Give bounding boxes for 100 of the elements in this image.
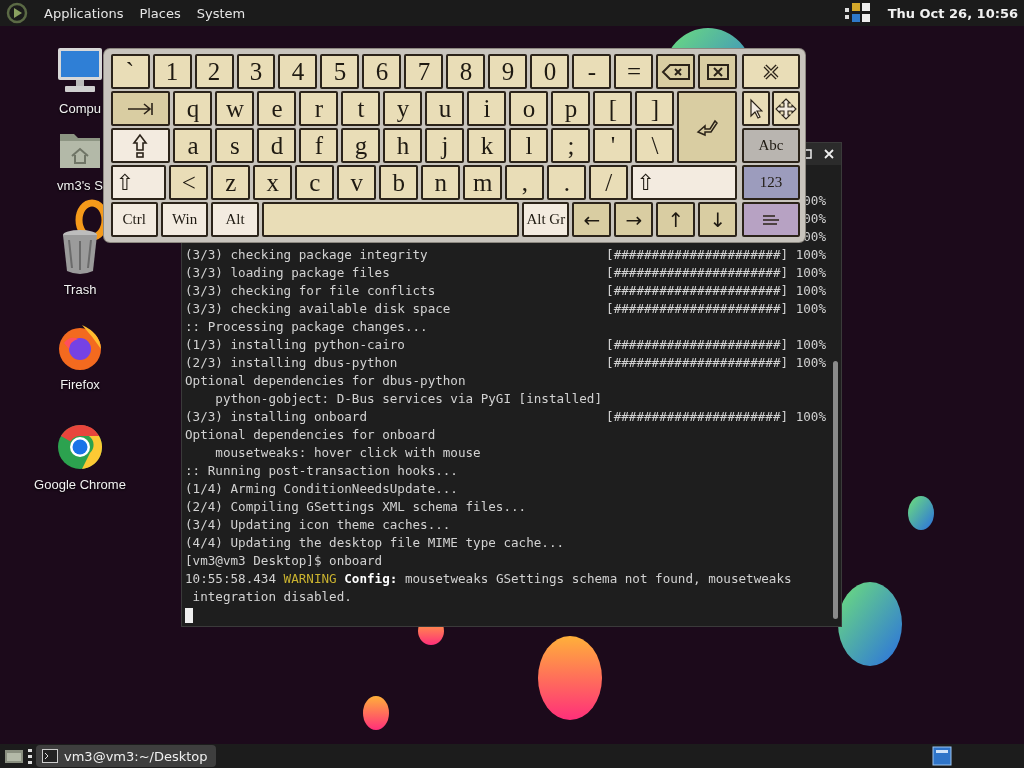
keyboard-key[interactable] bbox=[110, 91, 171, 126]
keyboard-key[interactable]: m bbox=[463, 165, 503, 200]
keyboard-key[interactable] bbox=[742, 91, 770, 126]
keyboard-key[interactable]: ⇧ bbox=[631, 165, 738, 200]
keyboard-key[interactable]: < bbox=[169, 165, 209, 200]
keyboard-key[interactable]: Alt bbox=[211, 202, 259, 237]
keyboard-key[interactable]: q bbox=[173, 91, 213, 126]
terminal-line: :: Running post-transaction hooks... bbox=[185, 462, 459, 480]
progress-bar-text: [######################] bbox=[606, 264, 789, 282]
keyboard-key[interactable]: 1 bbox=[152, 54, 192, 89]
terminal-line: (3/3) checking package integrity bbox=[185, 246, 429, 264]
keyboard-key[interactable]: c bbox=[295, 165, 335, 200]
keyboard-key[interactable]: 2 bbox=[194, 54, 234, 89]
keyboard-key[interactable]: a bbox=[173, 128, 213, 163]
keyboard-key[interactable]: ← bbox=[572, 202, 612, 237]
keyboard-key[interactable]: - bbox=[572, 54, 612, 89]
keyboard-key[interactable]: ` bbox=[110, 54, 150, 89]
keyboard-key[interactable]: → bbox=[614, 202, 654, 237]
keyboard-key[interactable]: b bbox=[379, 165, 419, 200]
terminal-line: (3/3) checking available disk space bbox=[185, 300, 452, 318]
desktop-icon-label[interactable]: Firefox bbox=[60, 377, 100, 392]
keyboard-key[interactable]: k bbox=[467, 128, 507, 163]
keyboard-key[interactable] bbox=[110, 128, 171, 163]
keyboard-key[interactable] bbox=[742, 54, 800, 89]
taskbar-button[interactable]: vm3@vm3:~/Desktop bbox=[36, 745, 216, 767]
keyboard-key[interactable]: s bbox=[215, 128, 255, 163]
percent-text: 100% bbox=[794, 246, 826, 264]
keyboard-key[interactable]: i bbox=[467, 91, 507, 126]
keyboard-key[interactable]: Ctrl bbox=[110, 202, 158, 237]
terminal-line: 10:55:58.434 WARNING Config: mousetweaks GSettings schema not found, mousetweaks bbox=[185, 570, 793, 588]
desktop-icon-label[interactable]: vm3's S bbox=[57, 178, 103, 193]
terminal-line: (3/3) checking for file conflicts bbox=[185, 282, 437, 300]
keyboard-key[interactable]: u bbox=[425, 91, 465, 126]
terminal-line: Optional dependencies for onboard bbox=[185, 426, 437, 444]
keyboard-key[interactable]: f bbox=[299, 128, 339, 163]
panel-menu[interactable]: Places bbox=[139, 3, 181, 23]
keyboard-key[interactable]: o bbox=[509, 91, 549, 126]
keyboard-key[interactable]: ; bbox=[551, 128, 591, 163]
desktop-icon-label[interactable]: Google Chrome bbox=[34, 477, 126, 492]
keyboard-key[interactable]: y bbox=[383, 91, 423, 126]
terminal-line: mousetweaks: hover click with mouse bbox=[214, 444, 482, 462]
keyboard-key[interactable] bbox=[742, 202, 800, 237]
keyboard-key[interactable]: , bbox=[505, 165, 545, 200]
keyboard-key[interactable]: 0 bbox=[530, 54, 570, 89]
trash-icon bbox=[60, 228, 100, 276]
keyboard-key[interactable] bbox=[677, 91, 738, 163]
keyboard-key[interactable]: ↓ bbox=[698, 202, 738, 237]
keyboard-key[interactable]: r bbox=[299, 91, 339, 126]
layer-key[interactable]: 123 bbox=[742, 165, 800, 200]
keyboard-key[interactable]: h bbox=[383, 128, 423, 163]
keyboard-key[interactable]: n bbox=[421, 165, 461, 200]
keyboard-key[interactable]: Alt Gr bbox=[522, 202, 570, 237]
keyboard-key[interactable]: d bbox=[257, 128, 297, 163]
show-desktop-icon[interactable] bbox=[4, 747, 24, 765]
keyboard-key[interactable] bbox=[772, 91, 800, 126]
keyboard-key[interactable]: / bbox=[589, 165, 629, 200]
keyboard-key[interactable]: 8 bbox=[446, 54, 486, 89]
keyboard-key[interactable]: 4 bbox=[278, 54, 318, 89]
keyboard-key[interactable]: 9 bbox=[488, 54, 528, 89]
keyboard-key[interactable]: [ bbox=[593, 91, 633, 126]
keyboard-key[interactable]: 7 bbox=[404, 54, 444, 89]
keyboard-key[interactable]: ↑ bbox=[656, 202, 696, 237]
keyboard-key[interactable]: Win bbox=[160, 202, 209, 237]
keyboard-key[interactable]: ⇧ bbox=[110, 165, 167, 200]
desktop-icon-label[interactable]: Trash bbox=[63, 282, 97, 297]
keyboard-key[interactable]: v bbox=[337, 165, 377, 200]
keyboard-key[interactable]: t bbox=[341, 91, 381, 126]
keyboard-key[interactable]: g bbox=[341, 128, 381, 163]
clock[interactable]: Thu Oct 26, 10:56 bbox=[887, 5, 1018, 21]
panel-menu[interactable]: System bbox=[196, 3, 246, 23]
keyboard-key[interactable]: 5 bbox=[320, 54, 360, 89]
keyboard-key[interactable] bbox=[261, 202, 520, 237]
percent-text: 100% bbox=[794, 300, 826, 318]
keyboard-key[interactable]: z bbox=[211, 165, 251, 200]
keyboard-key[interactable] bbox=[656, 54, 696, 89]
terminal-line: [vm3@vm3 Desktop]$ onboard bbox=[185, 552, 384, 570]
keyboard-key[interactable]: l bbox=[509, 128, 549, 163]
keyboard-key[interactable]: 6 bbox=[362, 54, 402, 89]
keyboard-key[interactable]: . bbox=[547, 165, 587, 200]
progress-bar-text: [######################] bbox=[606, 246, 789, 264]
logo-icon[interactable] bbox=[6, 2, 28, 24]
desktop-icon-label[interactable]: Compu bbox=[59, 101, 101, 116]
layer-key[interactable]: Abc bbox=[742, 128, 800, 163]
keyboard-key[interactable]: p bbox=[551, 91, 591, 126]
drag-handle-icon[interactable] bbox=[28, 747, 32, 765]
panel-menu[interactable]: Applications bbox=[44, 3, 124, 23]
scrollbar[interactable] bbox=[833, 361, 838, 619]
keyboard-key[interactable]: e bbox=[257, 91, 297, 126]
keyboard-key[interactable]: ' bbox=[593, 128, 633, 163]
keyboard-key[interactable]: 3 bbox=[236, 54, 276, 89]
terminal-line: (1/4) Arming ConditionNeedsUpdate... bbox=[185, 480, 459, 498]
keyboard-key[interactable] bbox=[698, 54, 738, 89]
workspace-icon[interactable] bbox=[932, 746, 952, 766]
terminal-line: (1/3) installing python-cairo bbox=[185, 336, 406, 354]
keyboard-key[interactable]: x bbox=[253, 165, 293, 200]
keyboard-key[interactable]: j bbox=[425, 128, 465, 163]
keyboard-key[interactable]: \ bbox=[635, 128, 675, 163]
keyboard-key[interactable]: w bbox=[215, 91, 255, 126]
keyboard-key[interactable]: = bbox=[614, 54, 654, 89]
keyboard-key[interactable]: ] bbox=[635, 91, 675, 126]
